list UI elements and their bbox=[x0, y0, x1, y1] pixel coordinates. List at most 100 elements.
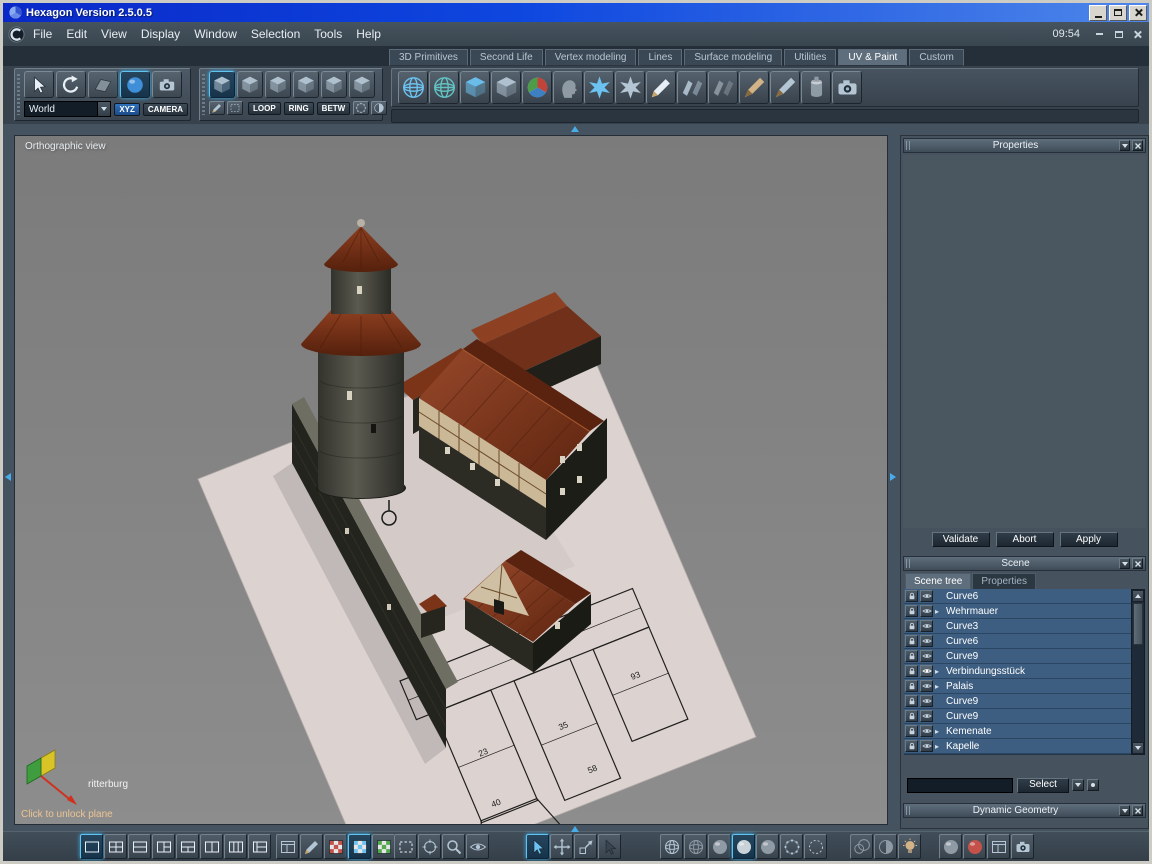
all-mode-cube-icon[interactable] bbox=[349, 71, 375, 98]
visibility-eye-icon[interactable] bbox=[920, 665, 933, 677]
menu-item[interactable]: Window bbox=[194, 27, 237, 41]
apply-button[interactable]: Apply bbox=[1060, 532, 1118, 547]
titlebar[interactable]: Hexagon Version 2.5.0.5 bbox=[3, 3, 1149, 22]
axis-gizmo[interactable] bbox=[27, 750, 77, 805]
uv-grid-icon[interactable] bbox=[276, 834, 299, 859]
texture-blue-icon[interactable] bbox=[348, 834, 371, 859]
rollup-panel-button[interactable] bbox=[1119, 558, 1130, 569]
visibility-eye-icon[interactable] bbox=[920, 680, 933, 692]
lock-icon[interactable] bbox=[905, 605, 918, 617]
texture-red-icon[interactable] bbox=[324, 834, 347, 859]
scene-tree-item[interactable]: ▸ Curve3 bbox=[904, 619, 1131, 634]
rollup-panel-button[interactable] bbox=[1119, 140, 1130, 151]
loop-button[interactable]: LOOP bbox=[248, 102, 281, 115]
edge-mode-cube-icon[interactable] bbox=[237, 71, 263, 98]
scene-panel-header[interactable]: Scene bbox=[903, 556, 1146, 571]
shadow-sphere-icon[interactable] bbox=[874, 834, 897, 859]
scene-tree[interactable]: ▸ Curve6 ▸ Wehrmauer ▸ Curve3 ▸ C bbox=[904, 589, 1131, 755]
visibility-eye-icon[interactable] bbox=[920, 695, 933, 707]
ribbon-tab[interactable]: Custom bbox=[909, 49, 963, 66]
close-panel-button[interactable] bbox=[1132, 805, 1143, 816]
seam-cut-icon[interactable] bbox=[646, 71, 676, 104]
rect-select-icon[interactable] bbox=[394, 834, 417, 859]
snapshot-camera-icon[interactable] bbox=[1011, 834, 1034, 859]
face-mode-cube-icon[interactable] bbox=[265, 71, 291, 98]
ribbon-tab[interactable]: UV & Paint bbox=[838, 49, 907, 66]
scene-tree-item[interactable]: ▸ Kemenate bbox=[904, 724, 1131, 739]
close-panel-button[interactable] bbox=[1132, 140, 1143, 151]
scene-tree-item[interactable]: ▸ Palais bbox=[904, 679, 1131, 694]
menu-item[interactable]: Help bbox=[356, 27, 381, 41]
scene-tree-item[interactable]: ▸ Kapelle bbox=[904, 739, 1131, 754]
snapshot-icon[interactable] bbox=[832, 71, 862, 104]
textured-sphere-icon[interactable] bbox=[756, 834, 779, 859]
light-icon[interactable] bbox=[898, 834, 921, 859]
layout-wide-split-icon[interactable] bbox=[248, 834, 271, 859]
camera-button[interactable]: CAMERA bbox=[143, 103, 188, 116]
plane-select-icon[interactable] bbox=[88, 71, 118, 98]
plane-lock-hint[interactable]: Click to unlock plane bbox=[21, 809, 113, 820]
scene-tree-item[interactable]: ▸ Verbindungsstück bbox=[904, 664, 1131, 679]
smooth-sphere-icon[interactable] bbox=[732, 834, 755, 859]
scene-panel-tab[interactable]: Properties bbox=[972, 573, 1036, 589]
scene-tree-item[interactable]: ▸ Curve6 bbox=[904, 634, 1131, 649]
wireframe-sphere-icon[interactable] bbox=[660, 834, 683, 859]
paint-selection-icon[interactable] bbox=[209, 101, 225, 115]
scene-tree-item[interactable]: ▸ Curve9 bbox=[904, 649, 1131, 664]
cubic-mapping-icon[interactable] bbox=[460, 71, 490, 104]
validate-button[interactable]: Validate bbox=[932, 532, 990, 547]
box-unwrap-icon[interactable] bbox=[491, 71, 521, 104]
lock-icon[interactable] bbox=[905, 650, 918, 662]
rollup-panel-button[interactable] bbox=[1119, 805, 1130, 816]
layout-two-cols-icon[interactable] bbox=[200, 834, 223, 859]
abort-button[interactable]: Abort bbox=[996, 532, 1054, 547]
scrollbar-thumb[interactable] bbox=[1133, 603, 1143, 645]
select-cursor-icon[interactable] bbox=[24, 71, 54, 98]
vertex-mode-cube-icon[interactable] bbox=[209, 71, 235, 98]
maximize-button[interactable] bbox=[1109, 5, 1127, 21]
texture-green-icon[interactable] bbox=[372, 834, 395, 859]
lock-icon[interactable] bbox=[905, 665, 918, 677]
lock-icon[interactable] bbox=[905, 695, 918, 707]
material-sphere-icon[interactable] bbox=[939, 834, 962, 859]
betw-button[interactable]: BETW bbox=[317, 102, 351, 115]
transform-tool-icon[interactable] bbox=[574, 834, 597, 859]
world-dropdown[interactable]: World bbox=[24, 101, 111, 117]
camera-view-icon[interactable] bbox=[152, 71, 182, 98]
visibility-icon[interactable] bbox=[466, 834, 489, 859]
visibility-eye-icon[interactable] bbox=[920, 605, 933, 617]
object-mode-cube-icon[interactable] bbox=[293, 71, 319, 98]
uv-colors-icon[interactable] bbox=[522, 71, 552, 104]
paint-brush-icon[interactable] bbox=[739, 71, 769, 104]
menu-item[interactable]: Edit bbox=[66, 27, 87, 41]
expand-arrow-icon[interactable]: ▸ bbox=[935, 739, 944, 754]
lock-icon[interactable] bbox=[905, 680, 918, 692]
edit-grid-icon[interactable] bbox=[300, 834, 323, 859]
lock-icon[interactable] bbox=[905, 590, 918, 602]
target-select-icon[interactable] bbox=[418, 834, 441, 859]
paint-head-icon[interactable] bbox=[553, 71, 583, 104]
ribbon-tab[interactable]: Utilities bbox=[784, 49, 836, 66]
unfold-star-icon[interactable] bbox=[584, 71, 614, 104]
select-button[interactable]: Select bbox=[1017, 778, 1069, 793]
menu-item[interactable]: Tools bbox=[314, 27, 342, 41]
collapse-left-arrow-icon[interactable] bbox=[5, 473, 11, 481]
backface-icon[interactable] bbox=[850, 834, 873, 859]
material-red-icon[interactable] bbox=[963, 834, 986, 859]
ribbon-tab[interactable]: Lines bbox=[638, 49, 682, 66]
sphere-view-icon[interactable] bbox=[120, 71, 150, 98]
scene-panel-tab[interactable]: Scene tree bbox=[905, 573, 971, 589]
lock-icon[interactable] bbox=[905, 710, 918, 722]
chevron-down-icon[interactable] bbox=[97, 102, 110, 116]
scene-tree-item[interactable]: ▸ Wehrmauer bbox=[904, 604, 1131, 619]
lock-icon[interactable] bbox=[905, 635, 918, 647]
app-minimize-button[interactable] bbox=[1092, 28, 1107, 41]
close-button[interactable] bbox=[1129, 5, 1147, 21]
ribbon-tab[interactable]: 3D Primitives bbox=[389, 49, 468, 66]
lock-icon[interactable] bbox=[905, 725, 918, 737]
layout-quad-view-icon[interactable] bbox=[104, 834, 127, 859]
paint-tube-icon[interactable] bbox=[801, 71, 831, 104]
scene-tree-item[interactable]: ▸ Curve6 bbox=[904, 589, 1131, 604]
visibility-eye-icon[interactable] bbox=[920, 620, 933, 632]
flip-uv-icon[interactable] bbox=[677, 71, 707, 104]
